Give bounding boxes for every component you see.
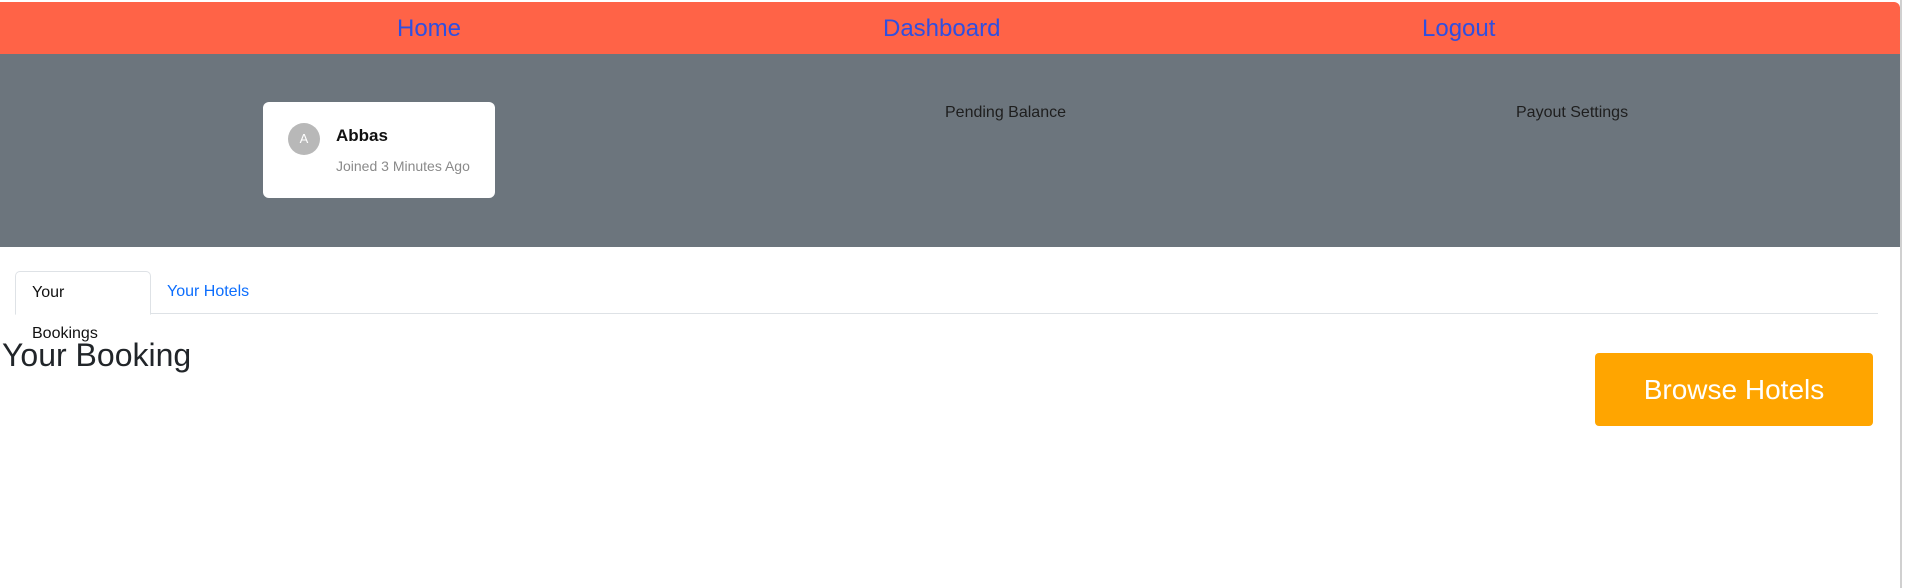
payout-settings-link[interactable]: Payout Settings <box>1516 104 1628 122</box>
nav-dashboard-link[interactable]: Dashboard <box>883 15 1000 43</box>
tab-your-bookings[interactable]: Your Bookings <box>15 271 151 342</box>
browse-hotels-button[interactable]: Browse Hotels <box>1595 353 1873 426</box>
app-frame: Home Dashboard Logout A Abbas Joined 3 M… <box>0 0 1902 588</box>
page-title: Your Booking <box>2 337 192 373</box>
tab-bar: Your Bookings Your Hotels <box>15 271 1878 342</box>
nav-logout-link[interactable]: Logout <box>1422 15 1495 43</box>
avatar: A <box>288 123 320 155</box>
pending-balance-label: Pending Balance <box>945 104 1066 121</box>
nav-home-link[interactable]: Home <box>397 15 461 43</box>
tab-your-hotels[interactable]: Your Hotels <box>151 271 265 314</box>
username: Abbas <box>336 126 388 145</box>
top-navbar: Home Dashboard Logout <box>0 2 1900 54</box>
profile-card: A Abbas Joined 3 Minutes Ago <box>263 102 495 198</box>
profile-banner: A Abbas Joined 3 Minutes Ago Pending Bal… <box>0 54 1900 247</box>
joined-time: Joined 3 Minutes Ago <box>336 158 470 174</box>
